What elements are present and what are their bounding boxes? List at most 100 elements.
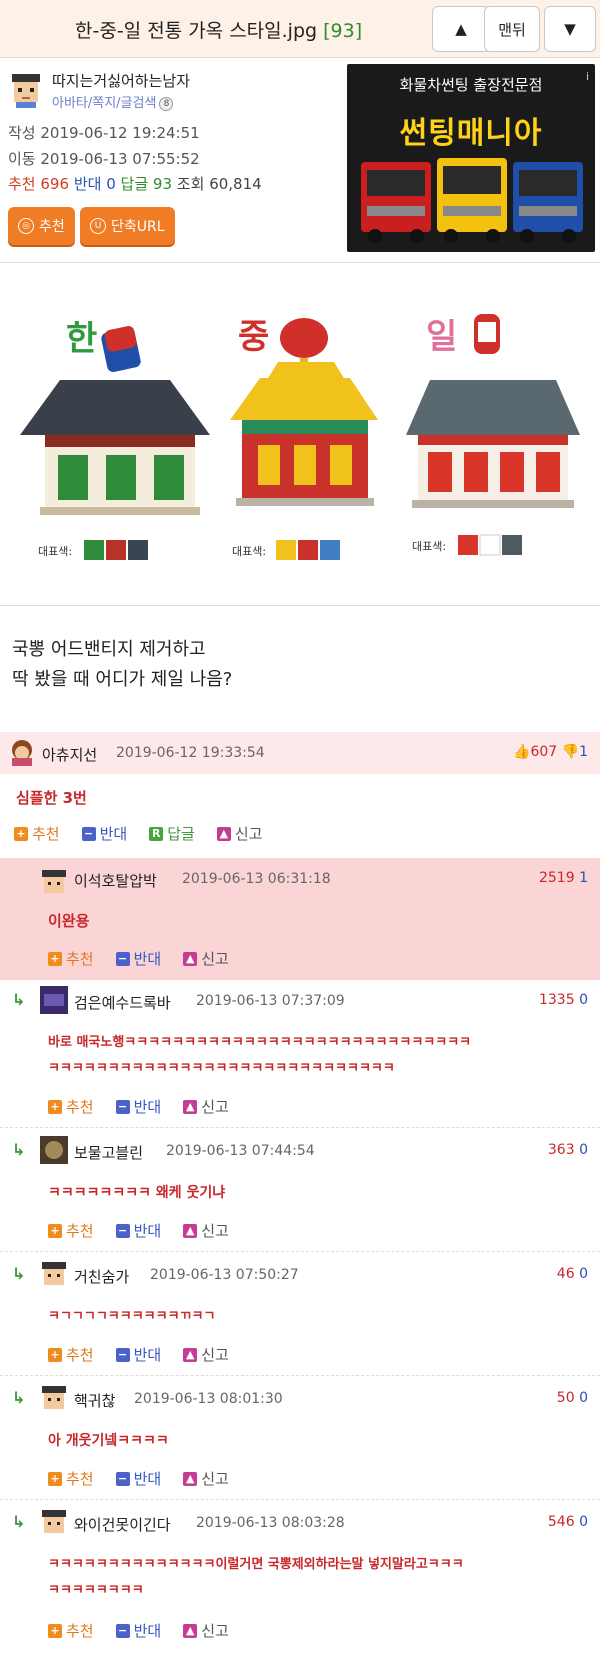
oppose-text: 반대: [133, 1222, 162, 1240]
reply-arrow-icon: ↳: [12, 1388, 26, 1407]
comment-reply: ↳ 거친숨가 2019-06-13 07:50:27 46 0 ㅋㄱㄱㄱㄱㅋㅋㅋ…: [0, 1256, 600, 1376]
author-name[interactable]: 따지는거싫어하는남자: [52, 70, 190, 91]
thumb-up-icon[interactable]: 👍: [513, 744, 530, 760]
commenter-avatar[interactable]: [40, 1384, 68, 1412]
report-text: 신고: [201, 950, 229, 968]
recommend-text: 추천: [32, 825, 60, 843]
down-count: 0: [579, 992, 588, 1008]
comment-author[interactable]: 거친숨가: [74, 1266, 129, 1287]
comment-text-line2: ㅋㅋㅋㅋㅋㅋㅋㅋ: [48, 1583, 144, 1598]
plus-icon: +: [48, 951, 62, 966]
thumb-down-icon[interactable]: 👎: [562, 744, 579, 760]
up-arrow-icon: ▲: [455, 20, 467, 38]
report-action[interactable]: ▲ 신고: [183, 948, 229, 969]
report-action[interactable]: ▲ 신고: [183, 1620, 229, 1641]
korea-label: 한: [66, 319, 97, 359]
comment-author[interactable]: 핵귀찮: [74, 1390, 115, 1411]
oppose-action[interactable]: − 반대: [115, 948, 161, 969]
next-post-button[interactable]: ▼: [544, 6, 596, 52]
up-count: 607: [530, 744, 558, 760]
commenter-avatar[interactable]: [40, 868, 68, 896]
recommend-text: 추천: [66, 1470, 94, 1488]
commenter-avatar[interactable]: [40, 1508, 68, 1536]
comment-reply: ↳ 핵귀찮 2019-06-13 08:01:30 50 0 아 개웃기넼ㅋㅋㅋ…: [0, 1380, 600, 1500]
report-text: 신고: [234, 825, 263, 843]
comment-author[interactable]: 아츄지선: [42, 744, 97, 765]
comment-text: ㅋㄱㄱㄱㄱㅋㅋㅋㅋㅋㅋㄲㅋㄱ: [48, 1309, 216, 1324]
reply-arrow-icon: ↳: [12, 1140, 26, 1159]
comment-author[interactable]: 검은예수드록바: [74, 992, 171, 1013]
short-url-button[interactable]: U 단축URL: [80, 207, 175, 245]
oppose-action[interactable]: − 반대: [115, 1220, 162, 1241]
ad-line2: 썬팅매니아: [399, 116, 543, 151]
ad-banner[interactable]: 화물차썬팅 출장전문점 썬팅매니아 i: [347, 64, 595, 252]
minus-icon: −: [115, 1223, 130, 1238]
comment-score: 1335 0: [539, 992, 588, 1008]
recommend-action[interactable]: + 추천: [48, 1096, 94, 1117]
author-links[interactable]: 아바타/쪽지/글검색 8: [52, 92, 174, 111]
bottom-button[interactable]: 맨뒤: [484, 6, 540, 52]
link-icon: U: [90, 218, 106, 234]
comment-author[interactable]: 보물고블린: [74, 1142, 143, 1163]
up-count: 50: [556, 1390, 575, 1406]
minus-icon: −: [115, 1623, 130, 1638]
alarm-icon: ▲: [183, 1623, 198, 1638]
commenter-avatar[interactable]: [40, 1136, 68, 1164]
report-action[interactable]: ▲ 신고: [183, 1220, 229, 1241]
comment-author[interactable]: 와이건못이긴다: [74, 1514, 171, 1535]
bottom-button-label: 맨뒤: [498, 20, 526, 39]
japan-legend: 대표색:: [412, 540, 446, 553]
report-action[interactable]: ▲ 신고: [216, 823, 263, 844]
comment-actions: + 추천 − 반대 ▲ 신고: [48, 1468, 251, 1489]
recommend-text: 추천: [66, 1622, 94, 1640]
reply-arrow-icon: ↳: [12, 1512, 26, 1531]
recommend-button[interactable]: ◎ 추천: [8, 207, 75, 245]
author-avatar[interactable]: [8, 72, 44, 108]
report-action[interactable]: ▲ 신고: [183, 1468, 229, 1489]
title-text: 한-중-일 전통 가옥 스타일.jpg: [75, 20, 318, 42]
oppose-action[interactable]: − 반대: [115, 1620, 161, 1641]
comment-text: ㅋㅋㅋㅋㅋㅋㅋㅋ 왜케 웃기냐: [48, 1185, 226, 1201]
recommend-action[interactable]: + 추천: [48, 1220, 94, 1241]
report-action[interactable]: ▲ 신고: [183, 1096, 229, 1117]
recommend-action[interactable]: + 추천: [48, 1344, 94, 1365]
up-count: 363: [547, 1142, 575, 1158]
oppose-action[interactable]: − 반대: [115, 1468, 161, 1489]
alarm-icon: ▲: [183, 1471, 198, 1486]
plus-icon: +: [48, 1223, 62, 1238]
report-action[interactable]: ▲ 신고: [183, 1344, 229, 1365]
thumb-icon: ◎: [18, 218, 34, 234]
oppose-action[interactable]: − 반대: [81, 823, 127, 844]
recommend-action[interactable]: + 추천: [48, 948, 94, 969]
comment-text-line1: 바로 매국노행ㅋㅋㅋㅋㅋㅋㅋㅋㅋㅋㅋㅋㅋㅋㅋㅋㅋㅋㅋㅋㅋㅋㅋㅋㅋㅋㅋㅋㅋ: [48, 1035, 472, 1050]
divider: [0, 605, 600, 606]
comment-text-line1: ㅋㅋㅋㅋㅋㅋㅋㅋㅋㅋㅋㅋㅋㅋ이럴거면 국뽕제외하라는말 넣지말라고ㅋㅋㅋ: [48, 1557, 464, 1572]
commenter-avatar[interactable]: [40, 986, 68, 1014]
oppose-action[interactable]: − 반대: [115, 1096, 161, 1117]
comment-reply: ↳ 와이건못이긴다 2019-06-13 08:03:28 546 0 ㅋㅋㅋㅋ…: [0, 1504, 600, 1654]
oppose-action[interactable]: − 반대: [115, 1344, 161, 1365]
alarm-icon: ▲: [183, 1223, 198, 1238]
comment-text-line2: ㅋㅋㅋㅋㅋㅋㅋㅋㅋㅋㅋㅋㅋㅋㅋㅋㅋㅋㅋㅋㅋㅋㅋㅋㅋㅋㅋㅋㅋ: [48, 1061, 395, 1076]
reply-text: 답글: [167, 825, 195, 843]
reply-action[interactable]: R 답글: [149, 823, 195, 844]
post-body-line2: 딱 봤을 때 어디가 제일 나음?: [12, 669, 233, 690]
recommend-action[interactable]: + 추천: [48, 1620, 94, 1641]
comment-score: 2519 1: [539, 870, 588, 886]
plus-icon: +: [14, 826, 28, 841]
ad-info-icon[interactable]: i: [586, 70, 589, 83]
prev-post-button[interactable]: ▲: [432, 6, 490, 52]
recommend-action[interactable]: + 추천: [48, 1468, 94, 1489]
recommend-action[interactable]: + 추천: [14, 823, 60, 844]
recommend-text: 추천: [66, 1222, 94, 1240]
moved-date: 이동 2019-06-13 07:55:52: [8, 150, 200, 168]
alarm-icon: ▲: [183, 1099, 198, 1114]
author-links-text[interactable]: 아바타/쪽지/글검색: [52, 96, 156, 111]
reply-count[interactable]: [93]: [323, 20, 362, 42]
commenter-avatar[interactable]: [40, 1260, 68, 1288]
divider: [0, 262, 600, 263]
commenter-avatar[interactable]: [8, 738, 36, 766]
report-text: 신고: [201, 1222, 229, 1240]
comment-text: 이완용: [48, 912, 90, 930]
comment-author[interactable]: 이석호탈압박: [74, 870, 157, 891]
